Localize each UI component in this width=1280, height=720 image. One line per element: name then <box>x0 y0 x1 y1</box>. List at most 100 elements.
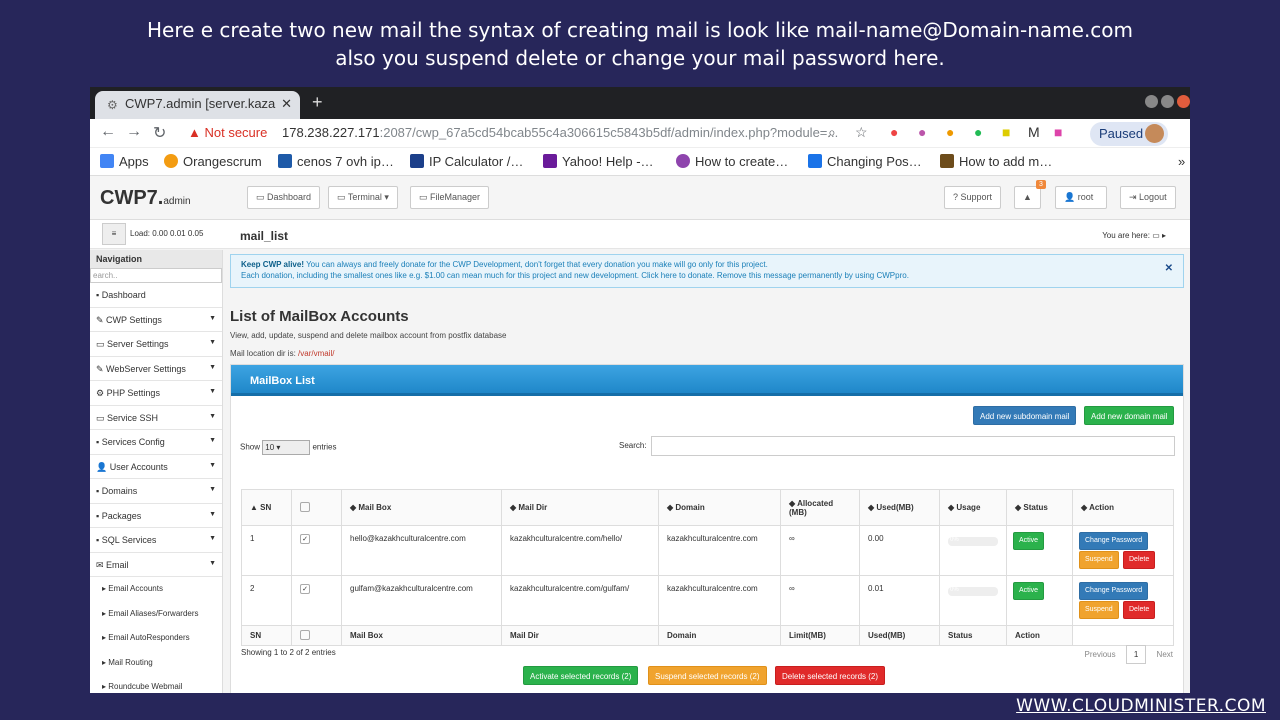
dashboard-button[interactable]: ▭ Dashboard <box>247 186 321 209</box>
footer-checkbox[interactable] <box>300 629 310 640</box>
page-1-button[interactable]: 1 <box>1125 645 1147 664</box>
extension-icon[interactable]: ● <box>918 124 926 140</box>
bookmark-cenos[interactable]: cenos 7 ovh ip… <box>278 154 394 169</box>
sidebar-item-webserver-settings[interactable]: ✎ WebServer Settings ▼ <box>90 357 222 381</box>
maximize-icon[interactable] <box>1161 95 1174 108</box>
cell-used: 0.00 <box>859 525 940 576</box>
column-action[interactable]: ◆ Action <box>1072 489 1174 526</box>
sidebar-search-input[interactable]: earch.. <box>90 268 222 283</box>
status-active-button[interactable]: Active <box>1013 582 1045 600</box>
column-used[interactable]: ◆ Used(MB) <box>859 489 940 526</box>
donate-alert: Keep CWP alive! You can always and freel… <box>230 254 1184 288</box>
sidebar-item-dashboard[interactable]: ▪ Dashboard <box>90 283 222 308</box>
sidebar-item-services-config[interactable]: ▪ Services Config ▼ <box>90 430 222 455</box>
sidebar-subitem-email-aliases[interactable]: ▸ Email Aliases/Forwarders <box>90 602 222 627</box>
sidebar-item-email[interactable]: ✉ Email ▼ <box>90 553 222 577</box>
zoom-icon[interactable]: ⌕ <box>828 124 836 141</box>
activate-selected-button[interactable]: Activate selected records (2) <box>523 666 639 685</box>
column-domain[interactable]: ◆ Domain <box>658 489 781 526</box>
terminal-button[interactable]: ▭ Terminal ▾ <box>328 186 398 209</box>
column-usage[interactable]: ◆ Usage <box>939 489 1007 526</box>
close-window-icon[interactable] <box>1177 95 1190 108</box>
user-button[interactable]: 👤 root <box>1055 186 1107 209</box>
back-icon[interactable]: ← <box>100 123 116 141</box>
bookmark-how-to-add[interactable]: How to add m… <box>940 154 1052 169</box>
minimize-icon[interactable] <box>1145 95 1158 108</box>
section-title: List of MailBox Accounts <box>230 308 409 325</box>
sidebar-item-user-accounts[interactable]: 👤 User Accounts ▼ <box>90 455 222 479</box>
column-maildir[interactable]: ◆ Mail Dir <box>501 489 659 526</box>
row-checkbox[interactable]: ✓ <box>300 584 310 594</box>
status-active-button[interactable]: Active <box>1013 532 1045 550</box>
column-mailbox[interactable]: ◆ Mail Box <box>341 489 502 526</box>
add-subdomain-mail-button[interactable]: Add new subdomain mail <box>973 406 1077 425</box>
forward-icon[interactable]: → <box>126 123 142 141</box>
sidebar-subitem-mail-routing[interactable]: ▸ Mail Routing <box>90 651 222 676</box>
sidebar-item-domains[interactable]: ▪ Domains ▼ <box>90 479 222 504</box>
reload-icon[interactable]: ↻ <box>153 123 166 143</box>
browser-tab[interactable]: ⚙ CWP7.admin [server.kaza ✕ <box>95 91 300 119</box>
row-checkbox[interactable]: ✓ <box>300 534 310 544</box>
database-icon[interactable]: ≡ <box>102 223 126 245</box>
breadcrumb: You are here: ▭ ▸ <box>1102 231 1166 240</box>
sidebar-item-sql-services[interactable]: ▪ SQL Services ▼ <box>90 528 222 553</box>
bookmark-changing-pos[interactable]: Changing Pos… <box>808 154 922 169</box>
not-secure-indicator[interactable]: ▲ Not secure <box>188 125 267 140</box>
mailbox-table: ▲ SN ◆ Mail Box ◆ Mail Dir ◆ Domain ◆ Al… <box>241 489 1174 646</box>
previous-button[interactable]: Previous <box>1085 650 1116 659</box>
extension-icon[interactable]: ● <box>890 124 898 140</box>
suspend-button[interactable]: Suspend <box>1079 551 1119 569</box>
sidebar-subitem-roundcube[interactable]: ▸ Roundcube Webmail <box>90 675 222 693</box>
sidebar-subitem-email-accounts[interactable]: ▸ Email Accounts <box>90 577 222 602</box>
extension-icon[interactable]: ■ <box>1002 124 1010 140</box>
add-domain-mail-button[interactable]: Add new domain mail <box>1084 406 1175 425</box>
address-bar[interactable]: 178.238.227.171:2087/cwp_67a5cd54bcab55c… <box>282 125 838 140</box>
search-input[interactable] <box>651 436 1175 456</box>
column-allocated[interactable]: ◆ Allocated (MB) <box>780 489 860 526</box>
sidebar-item-cwp-settings[interactable]: ✎ CWP Settings ▼ <box>90 308 222 332</box>
bookmarks-overflow-icon[interactable]: » <box>1178 154 1185 169</box>
column-sn[interactable]: ▲ SN <box>241 489 292 526</box>
logout-button[interactable]: ⇥ Logout <box>1120 186 1176 209</box>
profile-paused-button[interactable]: Paused <box>1090 122 1168 146</box>
star-icon[interactable]: ☆ <box>855 124 868 141</box>
bookmark-ip-calculator[interactable]: IP Calculator /… <box>410 154 523 169</box>
footer-limit: Limit(MB) <box>780 625 860 646</box>
sidebar-item-packages[interactable]: ▪ Packages ▼ <box>90 504 222 528</box>
delete-button[interactable]: Delete <box>1123 601 1156 619</box>
suspend-button[interactable]: Suspend <box>1079 601 1119 619</box>
close-tab-icon[interactable]: ✕ <box>281 96 292 112</box>
column-status[interactable]: ◆ Status <box>1006 489 1073 526</box>
notifications-button[interactable]: ▲ 3 <box>1014 180 1046 209</box>
alert-line-2[interactable]: Each donation, including the smallest on… <box>241 271 909 280</box>
sidebar-subitem-email-autoresponders[interactable]: ▸ Email AutoResponders <box>90 626 222 651</box>
sidebar-item-service-ssh[interactable]: ▭ Service SSH ▼ <box>90 406 222 430</box>
bookmark-how-to-create[interactable]: How to create… <box>676 154 788 169</box>
close-icon[interactable]: ✕ <box>1165 263 1173 274</box>
delete-selected-button[interactable]: Delete selected records (2) <box>775 666 886 685</box>
avatar <box>1145 124 1164 143</box>
filemanager-button[interactable]: ▭ FileManager <box>410 186 490 209</box>
notification-badge: 3 <box>1036 180 1046 189</box>
page-length-select[interactable]: 10 ▾ <box>262 440 311 455</box>
extension-icon[interactable]: ● <box>946 124 954 140</box>
new-tab-icon[interactable]: + <box>312 92 323 113</box>
change-password-button[interactable]: Change Password <box>1079 532 1149 550</box>
extension-icon[interactable]: M <box>1028 124 1040 140</box>
support-button[interactable]: ? Support <box>944 186 1002 209</box>
extension-icon[interactable]: ● <box>974 124 982 140</box>
extension-icon[interactable]: ■ <box>1054 124 1062 140</box>
alert-title: Keep CWP alive! <box>241 260 304 269</box>
bookmark-orangescrum[interactable]: Orangescrum <box>164 154 262 169</box>
delete-button[interactable]: Delete <box>1123 551 1156 569</box>
sidebar-item-php-settings[interactable]: ⚙ PHP Settings ▼ <box>90 381 222 406</box>
next-button[interactable]: Next <box>1157 650 1173 659</box>
bookmark-yahoo[interactable]: Yahoo! Help -… <box>543 154 654 169</box>
column-select-all[interactable] <box>291 489 342 526</box>
cwp-logo[interactable]: CWP7.admin <box>100 187 191 210</box>
change-password-button[interactable]: Change Password <box>1079 582 1149 600</box>
sidebar-item-server-settings[interactable]: ▭ Server Settings ▼ <box>90 332 222 357</box>
suspend-selected-button[interactable]: Suspend selected records (2) <box>648 666 767 685</box>
bookmark-apps[interactable]: Apps <box>100 154 149 169</box>
select-all-checkbox[interactable] <box>300 501 310 512</box>
